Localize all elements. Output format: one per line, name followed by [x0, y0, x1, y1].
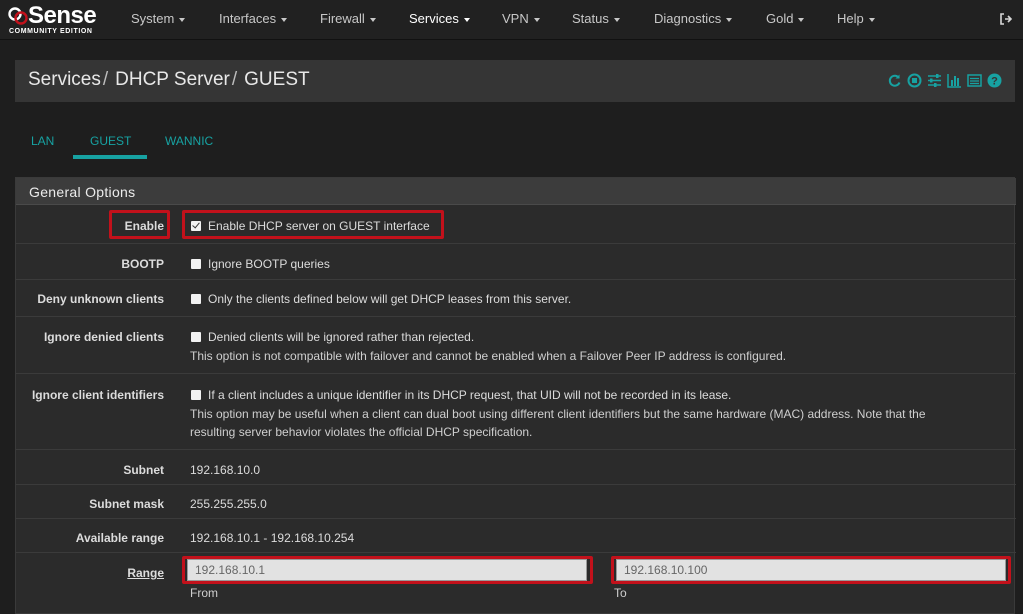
nav-help[interactable]: Help [837, 11, 875, 26]
nav-diagnostics-label: Diagnostics [654, 11, 722, 26]
active-tab-indicator [73, 155, 147, 159]
available-range-value: 192.168.10.1 - 192.168.10.254 [190, 531, 355, 545]
range-from-label: From [190, 586, 218, 600]
breadcrumb-separator: / [231, 69, 238, 90]
deny-unknown-checkbox-text: Only the clients defined below will get … [208, 292, 572, 306]
caret-down-icon [613, 17, 620, 22]
available-range-label: Available range [75, 531, 164, 545]
enable-label-highlight [109, 210, 170, 239]
bootp-label: BOOTP [121, 257, 164, 271]
caret-down-icon [281, 17, 288, 22]
enable-option-highlight [182, 210, 444, 239]
nav-gold[interactable]: Gold [766, 11, 805, 26]
ignore-client-id-label: Ignore client identifiers [31, 388, 164, 402]
caret-down-icon [533, 17, 540, 22]
row-enable: Enable Enable DHCP server on GUEST inter… [16, 206, 1016, 244]
panel-heading: General Options [16, 178, 1016, 205]
general-options-panel: General Options Enable Enable DHCP serve… [15, 177, 1016, 614]
subnet-value: 192.168.10.0 [190, 463, 261, 477]
top-navbar: Sense COMMUNITY EDITION System Interface… [0, 0, 1023, 40]
ignore-denied-checkbox-text: Denied clients will be ignored rather th… [208, 330, 475, 344]
row-subnet-mask: Subnet mask 255.255.255.0 [16, 485, 1016, 519]
bootp-checkbox[interactable] [191, 259, 201, 269]
nav-interfaces-label: Interfaces [219, 11, 277, 26]
row-ignore-client-identifiers: Ignore client identifiers If a client in… [16, 374, 1016, 450]
ignore-client-id-help-line2: resulting server behavior violates the o… [190, 425, 533, 439]
nav-gold-label: Gold [766, 11, 794, 26]
breadcrumb-services[interactable]: Services [28, 69, 101, 90]
page-header: Services / DHCP Server / GUEST ? [15, 60, 1015, 102]
ignore-denied-label: Ignore denied clients [43, 330, 164, 344]
subnet-mask-value: 255.255.255.0 [190, 497, 267, 511]
row-ignore-denied-clients: Ignore denied clients Denied clients wil… [16, 317, 1016, 374]
nav-firewall[interactable]: Firewall [320, 11, 376, 26]
caret-down-icon [463, 17, 470, 22]
nav-system[interactable]: System [131, 11, 186, 26]
subnet-mask-label: Subnet mask [89, 497, 164, 511]
row-deny-unknown-clients: Deny unknown clients Only the clients de… [16, 280, 1016, 317]
nav-services[interactable]: Services [409, 11, 470, 26]
ignore-denied-help: This option is not compatible with failo… [190, 349, 787, 363]
row-range: Range 192.168.10.1 From 192.168.10.100 T… [16, 553, 1016, 614]
logout-icon[interactable] [999, 12, 1013, 26]
nav-diagnostics[interactable]: Diagnostics [654, 11, 733, 26]
row-subnet: Subnet 192.168.10.0 [16, 450, 1016, 485]
nav-status-label: Status [572, 11, 609, 26]
svg-text:?: ? [991, 76, 998, 88]
logo-edition: COMMUNITY EDITION [9, 28, 93, 35]
caret-down-icon [179, 17, 186, 22]
pfsense-logo[interactable]: Sense COMMUNITY EDITION [6, 2, 106, 37]
nav-firewall-label: Firewall [320, 11, 365, 26]
ignore-client-id-checkbox-text: If a client includes a unique identifier… [208, 388, 732, 402]
nav-help-label: Help [837, 11, 864, 26]
range-label-link[interactable]: Range [127, 566, 164, 580]
nav-vpn[interactable]: VPN [502, 11, 540, 26]
logo-wordmark: Sense [28, 2, 97, 29]
logo-badge-icon [8, 7, 28, 25]
sliders-icon[interactable] [927, 73, 942, 88]
nav-interfaces[interactable]: Interfaces [219, 11, 288, 26]
range-to-label: To [614, 586, 627, 600]
header-icons: ? [887, 73, 1002, 89]
panel-title: General Options [29, 184, 136, 200]
nav-status[interactable]: Status [572, 11, 620, 26]
caret-down-icon [798, 17, 805, 22]
tab-wannic[interactable]: WANNIC [165, 134, 213, 148]
caret-down-icon [868, 17, 875, 22]
breadcrumb-dhcp-server[interactable]: DHCP Server [115, 69, 230, 90]
reload-icon[interactable] [887, 73, 902, 88]
tab-guest[interactable]: GUEST [90, 134, 131, 148]
ignore-client-id-help-line1: This option may be useful when a client … [190, 407, 926, 421]
tab-lan[interactable]: LAN [31, 134, 54, 148]
row-available-range: Available range 192.168.10.1 - 192.168.1… [16, 519, 1016, 553]
list-icon[interactable] [967, 73, 982, 88]
stop-icon[interactable] [907, 73, 922, 88]
breadcrumb: Services / DHCP Server / GUEST [28, 69, 310, 91]
chart-icon[interactable] [947, 73, 962, 88]
caret-down-icon [726, 17, 733, 22]
breadcrumb-separator: / [102, 69, 109, 90]
bootp-checkbox-text: Ignore BOOTP queries [208, 257, 330, 271]
deny-unknown-checkbox[interactable] [191, 294, 201, 304]
ignore-client-id-checkbox[interactable] [191, 390, 201, 400]
range-to-input[interactable]: 192.168.10.100 [616, 559, 1006, 581]
nav-vpn-label: VPN [502, 11, 529, 26]
row-bootp: BOOTP Ignore BOOTP queries [16, 244, 1016, 280]
caret-down-icon [369, 17, 376, 22]
nav-services-label: Services [409, 11, 459, 26]
range-from-input[interactable]: 192.168.10.1 [187, 559, 587, 581]
breadcrumb-guest: GUEST [244, 69, 310, 90]
subnet-label: Subnet [123, 463, 164, 477]
deny-unknown-label: Deny unknown clients [37, 292, 164, 306]
ignore-denied-checkbox[interactable] [191, 332, 201, 342]
nav-system-label: System [131, 11, 175, 26]
help-icon[interactable]: ? [987, 73, 1002, 88]
